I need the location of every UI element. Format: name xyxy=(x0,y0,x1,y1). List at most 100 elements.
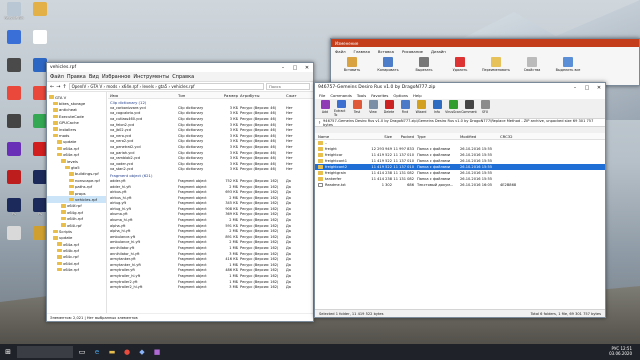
col-attrs[interactable]: Атрибуты xyxy=(240,93,286,98)
properties-button[interactable]: Свойства xyxy=(517,57,547,72)
path-field[interactable]: OpenIV › GTA V › mods › x64e.rpf › level… xyxy=(68,83,264,90)
maximize-button[interactable]: □ xyxy=(581,85,593,91)
toolbar-button[interactable]: Find xyxy=(398,100,412,117)
delete-button[interactable]: Удалить xyxy=(445,57,475,72)
office-tab[interactable]: Главная xyxy=(354,49,370,54)
select-all-button[interactable]: Выделить все xyxy=(553,57,583,72)
paste-button[interactable]: Вставить xyxy=(337,57,367,72)
table-row[interactable]: va_ramblob2.ycd Clip dictionary 3 КБ Ресурс… xyxy=(108,155,313,161)
toolbar-button[interactable]: Wizard xyxy=(414,100,428,117)
toolbar-button[interactable]: Delete xyxy=(382,100,396,117)
table-row[interactable]: va_penetrat2.ycd Clip dictionary 3 КБ Ресур… xyxy=(108,144,313,150)
col-size[interactable]: Size xyxy=(370,134,392,139)
desktop-icon[interactable]: Ps xyxy=(2,198,26,224)
table-row[interactable]: alpha.yft Fragment object 591 КБ Ресурс (Ве… xyxy=(108,223,313,229)
col-type[interactable]: Тип xyxy=(178,93,222,98)
table-row[interactable]: va_cutlass460.ycd Clip dictionary 3 КБ Ресу… xyxy=(108,116,313,122)
openiv-taskbar-icon[interactable]: ◆ xyxy=(136,346,148,358)
table-row[interactable]: alpha_hi.yft Fragment object 2 МБ Ресурс (В… xyxy=(108,228,313,234)
toolbar-button[interactable]: View xyxy=(366,100,380,117)
menu-item[interactable]: Tools xyxy=(357,93,366,98)
up-arrow-icon[interactable]: ↑ xyxy=(62,84,66,90)
toolbar-button[interactable]: SFX xyxy=(478,100,492,117)
col-name[interactable]: Имя xyxy=(108,93,178,98)
col-name[interactable]: Name xyxy=(315,134,370,139)
table-row[interactable]: annihilator.yft Fragment object 1 МБ Ресурс… xyxy=(108,245,313,251)
rename-button[interactable]: Переименовать xyxy=(481,57,511,72)
menu-item[interactable]: Commands xyxy=(330,93,352,98)
table-row[interactable]: va_stan2.ycd Clip dictionary 3 КБ Ресурс (В… xyxy=(108,167,313,173)
table-row[interactable]: airbus_hi.yft Fragment object 2 МБ Ресурс (… xyxy=(108,195,313,201)
desktop-icon[interactable] xyxy=(2,142,26,168)
table-row[interactable]: va_vader.ycd Clip dictionary 3 КБ Ресурс (В… xyxy=(108,161,313,167)
desktop-icon[interactable] xyxy=(2,58,26,84)
office-tab[interactable]: Дизайн xyxy=(431,49,446,54)
col-size[interactable]: Размер xyxy=(222,93,240,98)
archive-path[interactable]: 946757-Gemeins Desiro Rus v1.0 by DragoN… xyxy=(323,119,602,127)
toolbar-button[interactable]: Add xyxy=(318,100,332,117)
table-row[interactable]: adder_hi.yft Fragment object 2 МБ Ресурс (В… xyxy=(108,184,313,190)
menu-item[interactable]: Инструменты xyxy=(133,74,169,80)
table-row[interactable]: va_jb02.ycd Clip dictionary 3 КБ Ресурс (Ве… xyxy=(108,127,313,133)
desktop-icon[interactable] xyxy=(28,2,52,28)
table-row[interactable]: va_nero2.ycd Clip dictionary 3 КБ Ресурс (В… xyxy=(108,139,313,145)
edge-icon[interactable]: e xyxy=(91,346,103,358)
table-row[interactable]: akuma.yft Fragment object 369 КБ Ресурс (Ве… xyxy=(108,212,313,218)
taskbar-search[interactable] xyxy=(17,346,73,358)
menu-item[interactable]: Файл xyxy=(50,74,64,80)
menu-item[interactable]: Вид xyxy=(89,74,99,80)
toolbar-button[interactable]: Test xyxy=(350,100,364,117)
col-compressed[interactable]: Сжат xyxy=(286,93,313,98)
table-row[interactable]: armytrailer2.yft Fragment object 1 МБ Ресур… xyxy=(108,279,313,285)
archive-row[interactable]: Readme.txt 1 302 686 Текстовый докум... 26.1… xyxy=(315,182,605,188)
table-row[interactable]: va_pariah.ycd Clip dictionary 3 КБ Ресурс (… xyxy=(108,150,313,156)
table-row[interactable]: airtug.yft Fragment object 345 КБ Ресурс (В… xyxy=(108,201,313,207)
table-row[interactable]: armytrailer_hi.yft Fragment object 1 МБ Рес… xyxy=(108,273,313,279)
toolbar-button[interactable]: Info xyxy=(430,100,444,117)
table-row[interactable]: armytanker_hi.yft Fragment object 1 МБ Ресу… xyxy=(108,262,313,268)
table-row[interactable]: ambulance_hi.yft Fragment object 2 МБ Ресур… xyxy=(108,240,313,246)
col-modified[interactable]: Modified xyxy=(458,134,498,139)
menu-item[interactable]: Справка xyxy=(172,74,194,80)
back-arrow-icon[interactable]: ← xyxy=(50,84,54,90)
desktop-icon[interactable] xyxy=(2,170,26,196)
office-tab[interactable]: Файл xyxy=(335,49,346,54)
search-input[interactable]: Поиск xyxy=(266,83,310,90)
minimize-button[interactable]: – xyxy=(569,85,581,91)
office-tab[interactable]: Рисование xyxy=(402,49,423,54)
table-row[interactable]: airbus.yft Fragment object 693 КБ Ресурс (В… xyxy=(108,189,313,195)
chrome-icon[interactable]: ● xyxy=(121,346,133,358)
desktop-icon[interactable] xyxy=(2,114,26,140)
office-tab[interactable]: Вставка xyxy=(378,49,394,54)
menu-item[interactable]: Избранное xyxy=(102,74,130,80)
file-explorer-icon[interactable]: ▬ xyxy=(106,346,118,358)
table-row[interactable]: armytrailer2_hi.yft Fragment object 3 МБ Ре… xyxy=(108,284,313,290)
toolbar-button[interactable]: VirusScan xyxy=(445,100,461,117)
desktop-icon[interactable]: Recycle Bin xyxy=(2,2,26,28)
col-crc[interactable]: CRC32 xyxy=(498,134,605,139)
system-tray[interactable]: РУС 12:51 03.06.2020 xyxy=(609,346,640,357)
toolbar-button[interactable]: Comment xyxy=(461,100,477,117)
table-row[interactable]: adder.yft Fragment object 752 КБ Ресурс (Ве… xyxy=(108,178,313,184)
table-row[interactable]: va_carbonizzare.ycd Clip dictionary 3 КБ Ре… xyxy=(108,105,313,111)
minimize-button[interactable]: – xyxy=(277,65,289,71)
col-packed[interactable]: Packed xyxy=(392,134,414,139)
winrar-taskbar-icon[interactable]: ■ xyxy=(151,346,163,358)
desktop-icon[interactable] xyxy=(28,30,52,56)
table-row[interactable]: armytanker.yft Fragment object 416 КБ Ресур… xyxy=(108,256,313,262)
desktop-icon[interactable] xyxy=(2,86,26,112)
table-row[interactable]: va_felon2.ycd Clip dictionary 3 КБ Ресурс (… xyxy=(108,122,313,128)
table-row[interactable]: akuma_hi.yft Fragment object 2 МБ Ресурс (В… xyxy=(108,217,313,223)
cut-button[interactable]: Вырезать xyxy=(409,57,439,72)
desktop-icon[interactable] xyxy=(2,226,26,252)
tree-item[interactable]: x64e.rpf xyxy=(47,267,106,273)
up-folder-icon[interactable]: ↑ xyxy=(318,121,321,125)
table-row[interactable]: armytrailer.yft Fragment object 486 КБ Ресу… xyxy=(108,268,313,274)
menu-item[interactable]: Favorites xyxy=(371,93,388,98)
copy-button[interactable]: Копировать xyxy=(373,57,403,72)
menu-item[interactable]: File xyxy=(319,93,325,98)
menu-item[interactable]: Правка xyxy=(67,74,86,80)
toolbar-button[interactable]: Extract To xyxy=(334,100,348,117)
start-button[interactable]: ⊞ xyxy=(2,346,14,358)
task-view-icon[interactable]: ▭ xyxy=(76,346,88,358)
